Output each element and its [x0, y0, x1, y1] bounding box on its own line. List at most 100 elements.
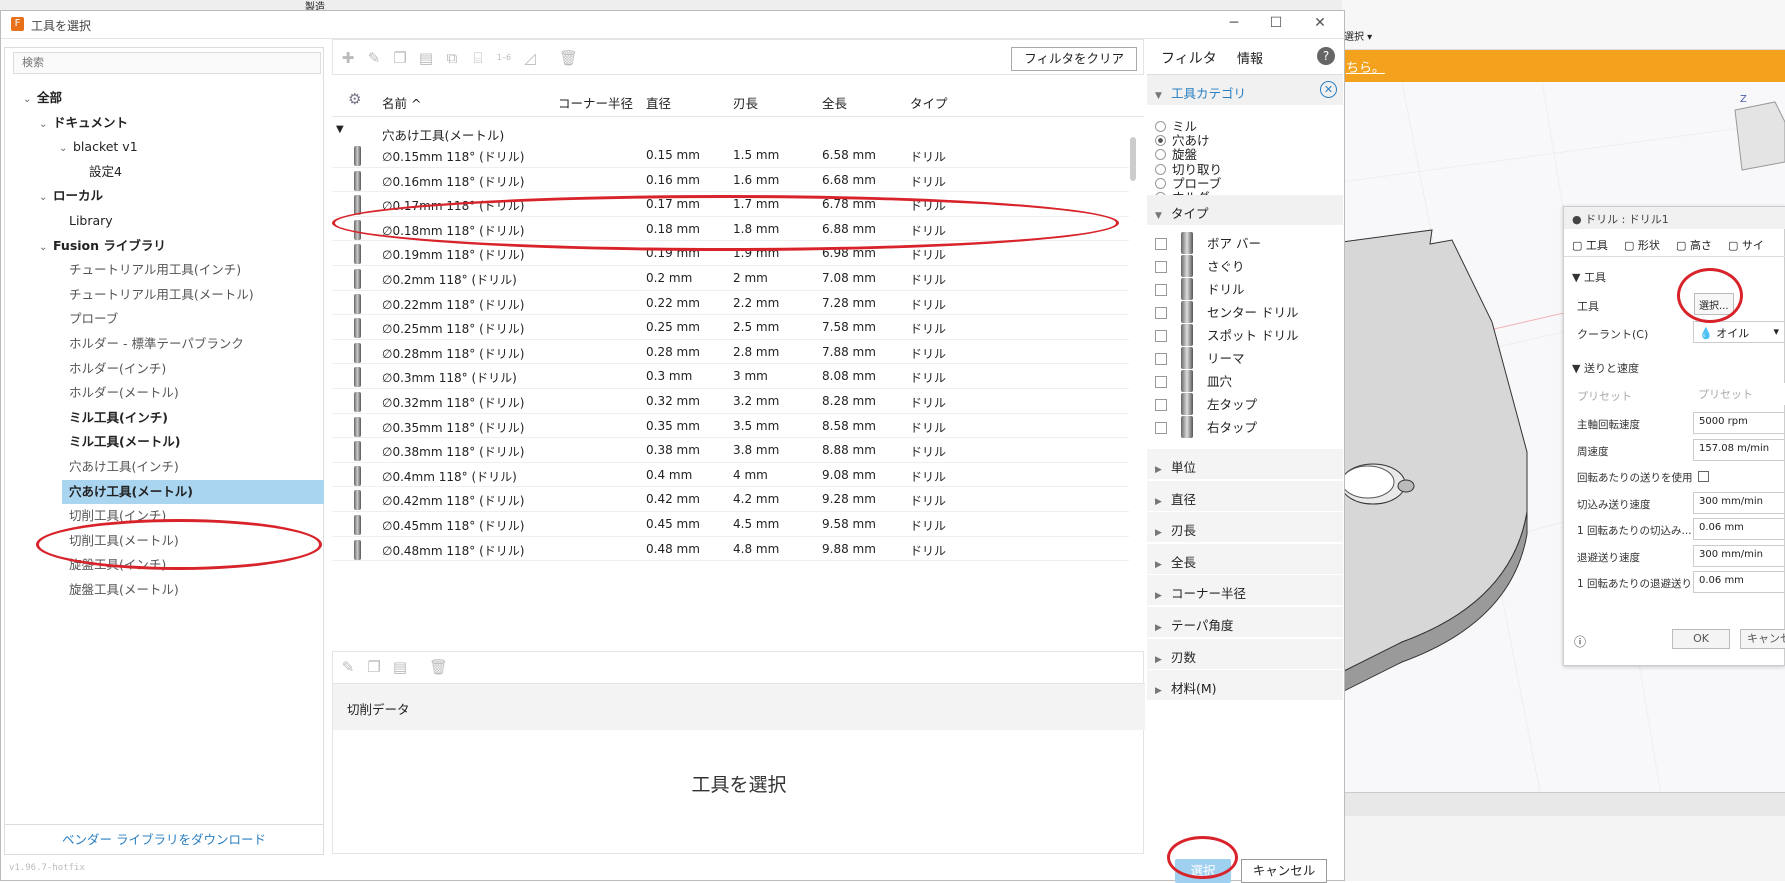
duplicate-icon[interactable]: ⧉ — [443, 49, 461, 67]
tree-item[interactable]: Library — [69, 209, 113, 233]
filter-section[interactable]: ▶ 材料(M) — [1147, 670, 1343, 701]
radio-icon[interactable] — [1155, 163, 1166, 175]
holder-icon[interactable]: ⌸ — [469, 49, 487, 67]
tree-item[interactable]: ⌄ blacket v1 — [59, 135, 138, 159]
table-row[interactable]: ∅0.2mm 118° (ドリル) 0.2 mm 2 mm 7.08 mm ドリル — [332, 266, 1129, 291]
table-row[interactable]: ∅0.15mm 118° (ドリル) 0.15 mm 1.5 mm 6.58 mm ドリ… — [332, 143, 1129, 168]
table-row[interactable]: ∅0.22mm 118° (ドリル) 0.22 mm 2.2 mm 7.28 mm ドリ… — [332, 291, 1129, 316]
tree-item[interactable]: 穴あけ工具(メートル) — [62, 479, 324, 504]
table-row[interactable]: ∅0.25mm 118° (ドリル) 0.25 mm 2.5 mm 7.58 mm ドリ… — [332, 315, 1129, 340]
coolant-select[interactable]: 💧 オイル ▾ — [1693, 321, 1785, 343]
cancel-button[interactable]: キャンセル — [1241, 859, 1327, 883]
checkbox-icon[interactable] — [1155, 307, 1167, 319]
filter-section[interactable]: ▶ テーパ角度 — [1147, 607, 1343, 637]
col-overall-length[interactable]: 全長 — [822, 93, 847, 112]
table-row[interactable]: ∅0.35mm 118° (ドリル) 0.35 mm 3.5 mm 8.58 mm ドリ… — [332, 414, 1129, 439]
table-row[interactable]: ∅0.4mm 118° (ドリル) 0.4 mm 4 mm 9.08 mm ドリル — [332, 463, 1129, 488]
radio-icon[interactable] — [1155, 121, 1166, 132]
col-diameter[interactable]: 直径 — [646, 93, 671, 112]
tree-item[interactable]: チュートリアル用工具(インチ) — [69, 258, 241, 282]
table-row[interactable]: ∅0.48mm 118° (ドリル) 0.48 mm 4.8 mm 9.88 mm ドリ… — [332, 537, 1129, 562]
clear-category-icon[interactable]: ✕ — [1320, 81, 1337, 98]
preset-select[interactable]: プリセット — [1693, 383, 1785, 405]
tree-item[interactable]: ⌄ ローカル — [39, 184, 103, 208]
radio-icon[interactable] — [1155, 177, 1166, 189]
tree-item[interactable]: 設定4 — [89, 160, 122, 184]
tree-item[interactable]: 旋盤工具(メートル) — [69, 578, 179, 602]
field-input[interactable]: 5000 rpm — [1693, 412, 1785, 434]
copy-icon[interactable]: ❐ — [391, 49, 409, 67]
banner-link[interactable]: ちら。 — [1346, 61, 1385, 76]
radio-icon[interactable] — [1155, 135, 1166, 147]
checkbox-icon[interactable] — [1155, 353, 1167, 365]
field-input[interactable]: 0.06 mm — [1693, 518, 1785, 540]
library-search-input[interactable] — [13, 52, 321, 74]
col-corner-radius[interactable]: コーナー半径 — [558, 93, 633, 112]
edit-icon[interactable]: ✎ — [339, 658, 357, 676]
tree-item[interactable]: ミル工具(インチ) — [69, 406, 168, 430]
minimize-icon[interactable]: ─ — [1221, 15, 1247, 35]
field-input[interactable]: 0.06 mm — [1693, 571, 1785, 593]
collapse-icon[interactable]: ▼ — [336, 124, 344, 135]
download-vendor-library-link[interactable]: ベンダー ライブラリをダウンロード — [5, 824, 323, 854]
field-input[interactable]: 300 mm/min — [1693, 544, 1785, 567]
filter-section[interactable]: ▶ 単位 — [1147, 449, 1343, 479]
tree-item[interactable]: ⌄ Fusion ライブラリ — [39, 234, 166, 258]
paste-icon[interactable]: ▤ — [417, 49, 435, 67]
tab-info[interactable]: 情報 — [1237, 48, 1263, 67]
tree-item[interactable]: 穴あけ工具(インチ) — [69, 455, 179, 479]
checkbox-icon[interactable] — [1155, 284, 1167, 296]
chevron-down-icon[interactable]: ⌄ — [39, 113, 53, 137]
tree-item[interactable]: チュートリアル用工具(メートル) — [69, 283, 254, 307]
feed-section-header[interactable]: ▼ 送りと速度 — [1572, 360, 1639, 376]
radio-icon[interactable] — [1155, 149, 1166, 161]
table-scrollbar[interactable] — [1130, 137, 1136, 181]
add-icon[interactable]: ✚ — [339, 49, 357, 67]
select-menu[interactable]: 選択 ▾ — [1344, 28, 1372, 43]
table-row[interactable]: ∅0.38mm 118° (ドリル) 0.38 mm 3.8 mm 8.88 mm ドリ… — [332, 438, 1129, 463]
table-row[interactable]: ∅0.28mm 118° (ドリル) 0.28 mm 2.8 mm 7.88 mm ドリ… — [332, 340, 1129, 365]
tree-item[interactable]: ホルダー - 標準テーパブランク — [69, 332, 244, 356]
checkbox-icon[interactable] — [1155, 376, 1167, 388]
category-section[interactable]: ▼ 工具カテゴリ ✕ — [1147, 75, 1343, 105]
delete-icon[interactable]: 🗑 — [429, 658, 448, 676]
maximize-icon[interactable]: ☐ — [1263, 15, 1289, 35]
info-icon[interactable]: ⓘ — [1574, 633, 1586, 650]
filter-section[interactable]: ▶ 刃数 — [1147, 638, 1343, 669]
filter-section[interactable]: ▶ 直径 — [1147, 480, 1343, 511]
checkbox-icon[interactable] — [1698, 471, 1709, 482]
table-row[interactable]: ∅0.42mm 118° (ドリル) 0.42 mm 4.2 mm 9.28 mm ドリ… — [332, 487, 1129, 512]
tree-item[interactable]: ホルダー(メートル) — [69, 381, 179, 405]
table-row[interactable]: ∅0.45mm 118° (ドリル) 0.45 mm 4.5 mm 9.58 mm ドリ… — [332, 512, 1129, 537]
copy-icon[interactable]: ❐ — [365, 658, 383, 676]
tree-item[interactable]: ミル工具(メートル) — [69, 430, 180, 454]
checkbox-icon[interactable] — [1155, 238, 1167, 250]
checkbox-icon[interactable] — [1155, 330, 1167, 342]
drill-tab[interactable]: ▢ 工具 — [1572, 237, 1608, 253]
help-icon[interactable]: ? — [1317, 47, 1335, 65]
col-type[interactable]: タイプ — [910, 93, 948, 112]
paste-icon[interactable]: ▤ — [391, 658, 409, 676]
table-row[interactable]: ∅0.32mm 118° (ドリル) 0.32 mm 3.2 mm 8.28 mm ドリ… — [332, 389, 1129, 414]
ok-button[interactable]: OK — [1672, 629, 1730, 649]
filter-section[interactable]: ▶ コーナー半径 — [1147, 575, 1343, 606]
clear-filter-button[interactable]: フィルタをクリア — [1011, 47, 1137, 71]
tool-section-header[interactable]: ▼ 工具 — [1572, 269, 1606, 285]
field-input[interactable]: 157.08 m/min — [1693, 438, 1785, 461]
column-settings-icon[interactable]: ⚙ — [348, 90, 361, 108]
checkbox-icon[interactable] — [1155, 399, 1167, 411]
drill-tab[interactable]: ▢ サイ — [1728, 237, 1764, 253]
col-flute-length[interactable]: 刃長 — [733, 93, 758, 112]
chevron-down-icon[interactable]: ⌄ — [39, 186, 53, 210]
tree-item[interactable]: プローブ — [69, 307, 118, 331]
tab-filter[interactable]: フィルタ — [1155, 48, 1223, 68]
tree-item[interactable]: ⌄ ドキュメント — [39, 111, 128, 135]
drill-tab[interactable]: ▢ 高さ — [1676, 237, 1712, 253]
table-row[interactable]: ∅0.3mm 118° (ドリル) 0.3 mm 3 mm 8.08 mm ドリル — [332, 364, 1129, 389]
measure-icon[interactable]: ◿ — [521, 49, 539, 67]
renumber-icon[interactable]: 1–6 — [495, 49, 513, 67]
tree-item[interactable]: ホルダー(インチ) — [69, 357, 166, 381]
chevron-down-icon[interactable]: ⌄ — [59, 137, 73, 161]
filter-section[interactable]: ▶ 全長 — [1147, 543, 1343, 574]
table-row[interactable]: ∅0.16mm 118° (ドリル) 0.16 mm 1.6 mm 6.68 mm ドリ… — [332, 168, 1129, 193]
